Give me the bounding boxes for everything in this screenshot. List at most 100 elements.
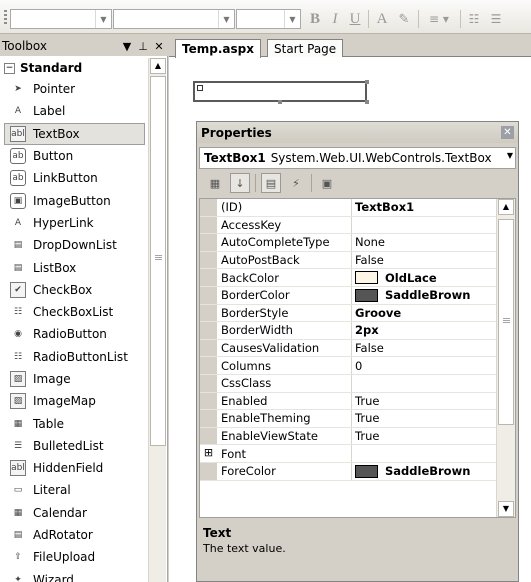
scrollbar-thumb[interactable] xyxy=(150,76,166,446)
underline-button[interactable]: U xyxy=(346,10,364,28)
scrollbar-thumb[interactable] xyxy=(498,219,514,425)
property-pages-icon[interactable]: ▣ xyxy=(317,173,337,193)
toolbox-item-bulletedlist[interactable]: ☰ BulletedList xyxy=(0,435,148,457)
property-row[interactable]: AutoPostBack False xyxy=(200,251,496,270)
property-value[interactable]: OldLace xyxy=(352,269,496,286)
toolbox-item-textbox[interactable]: abl TextBox xyxy=(4,122,145,145)
property-value[interactable] xyxy=(352,375,496,392)
font-color-button[interactable]: A xyxy=(372,10,392,28)
toolbox-item-checkbox[interactable]: ✔ CheckBox xyxy=(0,279,148,301)
property-row[interactable]: AccessKey xyxy=(200,216,496,235)
property-value[interactable] xyxy=(352,217,496,234)
alphabetical-icon[interactable]: ↓ xyxy=(230,173,250,193)
pin-icon[interactable]: ⊥ xyxy=(136,40,150,53)
resize-handle[interactable] xyxy=(365,100,369,104)
toolbox-item-imagebutton[interactable]: ▣ ImageButton xyxy=(0,189,148,211)
categorized-icon[interactable]: ▦ xyxy=(205,173,225,193)
dropdown-arrow-icon[interactable]: ▼ xyxy=(120,40,134,53)
chevron-down-icon[interactable]: ▼ xyxy=(507,151,513,160)
property-value[interactable]: False xyxy=(352,252,496,269)
close-icon[interactable]: ✕ xyxy=(501,126,514,139)
property-value[interactable]: SaddleBrown xyxy=(352,463,496,480)
highlight-icon[interactable]: ✎ xyxy=(394,10,414,28)
scroll-up-icon[interactable]: ▲ xyxy=(498,199,514,215)
events-icon[interactable]: ⚡ xyxy=(286,173,306,193)
property-row[interactable]: BackColor OldLace xyxy=(200,269,496,287)
toolbox-item-imagemap[interactable]: ▨ ImageMap xyxy=(0,390,148,412)
justify-dropdown-icon[interactable]: ≡ ▾ xyxy=(422,10,456,28)
tab-start-page[interactable]: Start Page xyxy=(267,39,344,57)
resize-handle[interactable] xyxy=(365,80,369,84)
toolbox-item-linkbutton[interactable]: ab LinkButton xyxy=(0,167,148,189)
property-value[interactable]: 2px xyxy=(352,322,496,339)
chevron-down-icon[interactable]: ▼ xyxy=(284,10,300,28)
toolbox-item-hiddenfield[interactable]: abl HiddenField xyxy=(0,457,148,479)
toolbox-item-radiobutton[interactable]: ◉ RadioButton xyxy=(0,323,148,345)
toolbox-scrollbar[interactable]: ▲ xyxy=(148,58,166,582)
toolbox-item-literal[interactable]: ▭ Literal xyxy=(0,479,148,501)
property-row[interactable]: EnableTheming True xyxy=(200,410,496,428)
toolbox-item-listbox[interactable]: ▤ ListBox xyxy=(0,256,148,278)
toolbox-item-pointer[interactable]: ➤ Pointer xyxy=(0,78,148,100)
description-text: The text value. xyxy=(203,542,286,555)
property-value[interactable]: True xyxy=(352,393,496,410)
toolbox-item-fileupload[interactable]: ⇪ FileUpload xyxy=(0,546,148,568)
toolbox-item-image[interactable]: ▨ Image xyxy=(0,368,148,390)
toolbox-item-calendar[interactable]: ▦ Calendar xyxy=(0,502,148,524)
properties-icon[interactable]: ▤ xyxy=(261,173,281,193)
property-value[interactable] xyxy=(352,445,496,462)
property-value[interactable]: True xyxy=(352,428,496,445)
property-value[interactable]: TextBox1 xyxy=(352,199,496,216)
close-icon[interactable]: ✕ xyxy=(152,40,166,53)
toolbox-item-label: ListBox xyxy=(33,260,77,275)
scroll-down-icon[interactable]: ▼ xyxy=(498,501,514,517)
chevron-down-icon[interactable]: ▼ xyxy=(218,10,234,28)
toolbox-item-checkboxlist[interactable]: ☷ CheckBoxList xyxy=(0,301,148,323)
property-row[interactable]: (ID) TextBox1 xyxy=(200,199,496,217)
font-name-combo[interactable]: ▼ xyxy=(113,9,235,29)
property-value[interactable]: 0 xyxy=(352,357,496,374)
property-row[interactable]: BorderWidth 2px xyxy=(200,322,496,340)
property-row[interactable]: BorderStyle Groove xyxy=(200,304,496,323)
bold-button[interactable]: B xyxy=(306,10,324,28)
property-row[interactable]: Columns 0 xyxy=(200,357,496,375)
numbered-list-icon[interactable]: ☷ xyxy=(464,10,484,28)
toolbox-item-adrotator[interactable]: ▤ AdRotator xyxy=(0,524,148,546)
property-row[interactable]: ⊞ Font xyxy=(200,445,496,463)
property-row[interactable]: CausesValidation False xyxy=(200,339,496,358)
scroll-up-icon[interactable]: ▲ xyxy=(150,58,166,74)
toolbox-item-wizard[interactable]: ✦ Wizard xyxy=(0,569,148,582)
toolbox-item-hyperlink[interactable]: A HyperLink xyxy=(0,212,148,234)
font-size-combo[interactable]: ▼ xyxy=(236,9,301,29)
textbox-control[interactable] xyxy=(193,81,367,102)
bulleted-list-icon[interactable]: ☰ xyxy=(486,10,506,28)
toolbox-item-label[interactable]: A Label xyxy=(0,100,148,122)
italic-button[interactable]: I xyxy=(326,10,344,28)
resize-handle[interactable] xyxy=(278,100,282,104)
property-row[interactable]: AutoCompleteType None xyxy=(200,234,496,252)
block-format-combo[interactable]: ▼ xyxy=(10,9,112,29)
property-row[interactable]: BorderColor SaddleBrown xyxy=(200,286,496,305)
property-row[interactable]: EnableViewState True xyxy=(200,427,496,446)
property-value[interactable]: None xyxy=(352,234,496,251)
property-value[interactable]: True xyxy=(352,410,496,427)
collapse-icon[interactable]: − xyxy=(4,62,15,74)
properties-title-bar[interactable]: Properties ✕ xyxy=(197,122,518,143)
property-grid-scrollbar[interactable]: ▲ ▼ xyxy=(496,199,515,517)
object-selector[interactable]: TextBox1 System.Web.UI.WebControls.TextB… xyxy=(199,147,516,169)
tab-temp-aspx[interactable]: Temp.aspx xyxy=(175,39,261,58)
property-value[interactable]: Groove xyxy=(352,305,496,322)
expand-icon[interactable]: ⊞ xyxy=(200,445,217,462)
property-value[interactable]: False xyxy=(352,340,496,357)
toolbox-item-table[interactable]: ▦ Table xyxy=(0,412,148,434)
property-value[interactable]: SaddleBrown xyxy=(352,287,496,304)
chevron-down-icon[interactable]: ▼ xyxy=(95,10,111,28)
toolbox-item-button[interactable]: ab Button xyxy=(0,145,148,167)
property-row[interactable]: CssClass xyxy=(200,374,496,393)
toolbox-item-radiobuttonlist[interactable]: ☷ RadioButtonList xyxy=(0,346,148,368)
property-row[interactable]: Enabled True xyxy=(200,392,496,411)
property-row[interactable]: ForeColor SaddleBrown xyxy=(200,462,496,481)
toolbox-item-dropdownlist[interactable]: ▤ DropDownList xyxy=(0,234,148,256)
toolbox-section-standard[interactable]: − Standard xyxy=(0,58,148,78)
toolbar-grip[interactable] xyxy=(4,10,7,26)
